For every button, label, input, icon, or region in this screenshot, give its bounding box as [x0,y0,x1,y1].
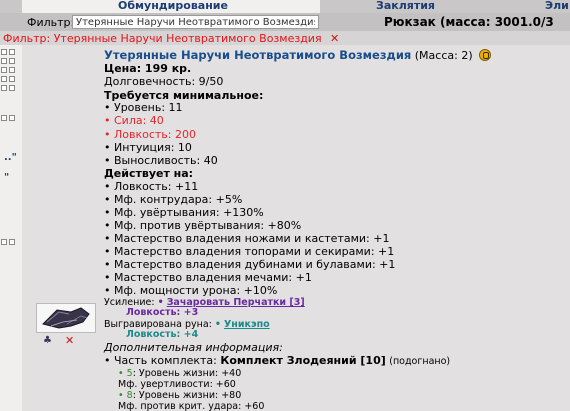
effect-item: • Мастерство владения топорами и секирам… [104,245,395,258]
set-bonus-count: 5 [126,368,133,379]
tab-equipment[interactable]: Обмундирование [22,0,320,13]
delete-icon[interactable]: ✕ [65,334,74,347]
set-prefix: • Часть комплекта: [104,354,217,367]
set-name: Комплект Злодеяний [10] [220,354,386,367]
square-button[interactable] [1,76,7,82]
square-button[interactable] [9,85,15,91]
clear-filter-icon[interactable]: ✕ [330,32,339,45]
square-button[interactable] [9,49,15,55]
item-name: Утерянные Наручи Неотвратимого Возмездия [104,48,412,62]
filter-label: Фильтр: [27,16,75,29]
square-button[interactable] [1,49,7,55]
left-marker: .." [4,152,17,163]
active-filter-bar: Фильтр: Утерянные Наручи Неотвратимого В… [0,31,570,45]
effect-item: • Мастерство владения ножами и кастетами… [104,232,390,245]
effect-item: • Мф. мощности урона: +10% [104,284,278,297]
item-mass: (Масса: 2) [414,49,473,62]
left-panel: .." " [0,45,22,411]
effects-title: Действует на: [104,167,194,180]
tab-spells[interactable]: Заклятия [376,0,476,13]
requirement-strength: • Сила: 40 [104,114,164,127]
square-button[interactable] [1,58,7,64]
rune-link[interactable]: Уникэпо [224,319,270,330]
enhancement-stat: Ловкость: +3 [126,307,199,318]
effect-item: • Ловкость: +11 [104,180,199,193]
item-actions: ♣ ✕ [43,334,83,347]
left-marker: " [4,172,10,183]
square-button[interactable] [9,76,15,82]
square-button[interactable] [9,67,15,73]
rune-stat: Ловкость: +4 [126,329,199,340]
square-button[interactable] [1,85,7,91]
extra-info-title: Дополнительная информация: [104,341,283,354]
item-durability: Долговечность: 9/50 [104,75,224,88]
item-price: Цена: 199 кр. [104,62,192,75]
effect-item: • Мастерство владения мечами: +1 [104,271,312,284]
set-fitted: (подогнано) [389,356,451,367]
effect-item: • Мф. контрудара: +5% [104,193,243,206]
set-bonus-count: 8 [126,390,133,401]
set-bonus-line: Мф. против крит. удара: +60 [118,401,265,411]
filter-input[interactable] [72,15,319,29]
effect-item: • Мф. увёртывания: +130% [104,206,264,219]
requirement-intuition: • Интуиция: 10 [104,141,192,154]
requirement-level: • Уровень: 11 [104,101,183,114]
tab-bar: Обмундирование Заклятия Эли [0,0,570,13]
square-button[interactable] [9,115,15,121]
backpack-mass: Рюкзак (масса: 3001.0/3 [384,15,554,29]
bracers-icon [42,307,90,329]
requirement-agility: • Ловкость: 200 [104,128,196,141]
square-button[interactable] [1,239,7,245]
effect-item: • Мастерство владения дубинами и булавам… [104,258,396,271]
set-bonus-line: Уровень жизни: +80 [138,390,242,401]
active-filter-text: Фильтр: Утерянные Наручи Неотвратимого В… [3,32,322,45]
tab-elixirs[interactable]: Эли [545,0,570,13]
set-bonus-line: Мф. увертливости: +60 [118,379,236,390]
requirement-endurance: • Выносливость: 40 [104,154,218,167]
effect-item: • Мф. против увёртывания: +80% [104,219,302,232]
drop-icon[interactable]: ♣ [43,335,52,346]
set-bonus-line: Уровень жизни: +40 [138,368,242,379]
help-icon[interactable] [479,49,492,61]
item-image[interactable] [36,303,96,333]
filter-bar: Фильтр: Рюкзак (масса: 3001.0/3 [0,13,570,31]
square-button[interactable] [1,67,7,73]
square-button[interactable] [1,115,7,121]
square-button[interactable] [9,58,15,64]
square-button[interactable] [9,239,15,245]
